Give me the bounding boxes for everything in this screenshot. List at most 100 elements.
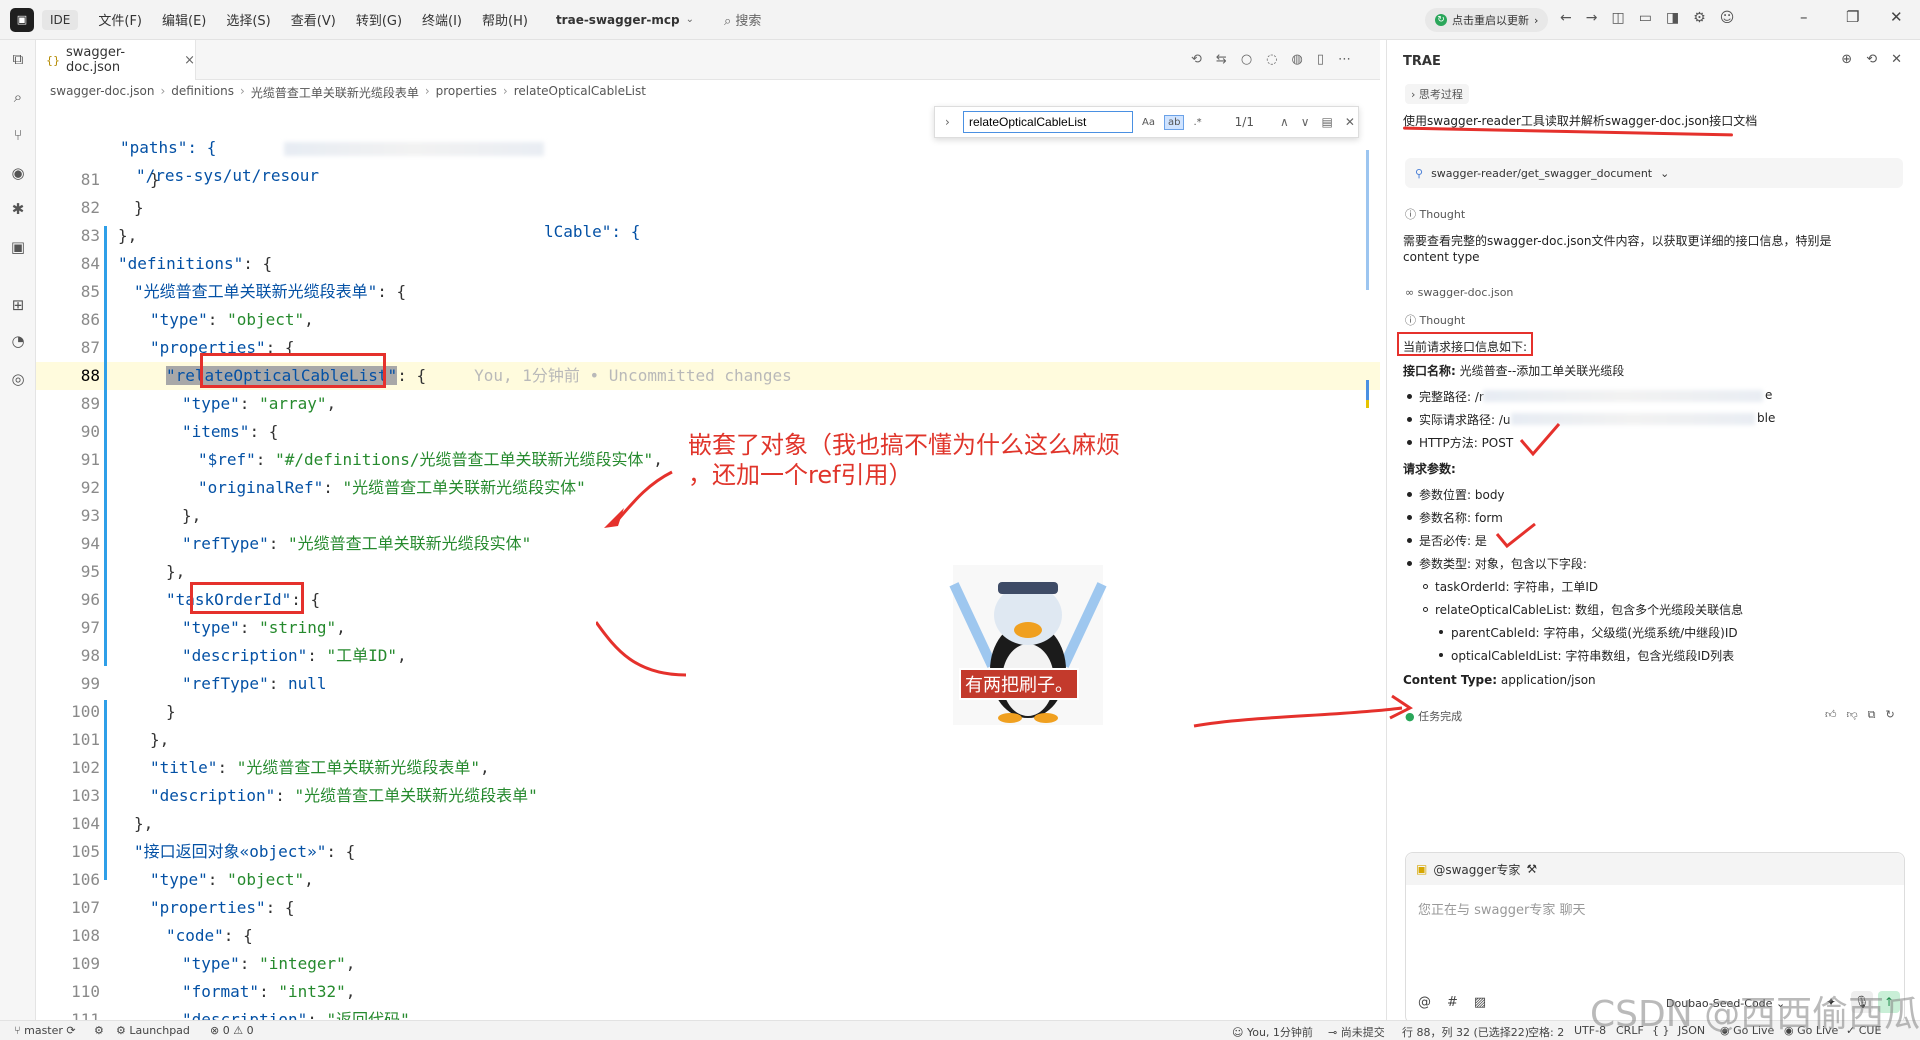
code-line[interactable]: 81}: [36, 166, 1380, 194]
toggle-sidebar-icon[interactable]: ◫: [1611, 10, 1624, 26]
search-files-icon[interactable]: ⌕: [8, 88, 28, 108]
branch-status[interactable]: ⑂ master ⟳: [14, 1024, 76, 1037]
toggle-replace-icon[interactable]: ›: [945, 115, 950, 129]
code-line[interactable]: 82}: [36, 194, 1380, 222]
remote-icon[interactable]: ▣: [8, 238, 28, 258]
uncommitted-status[interactable]: ⊸ 尚未提交: [1328, 1024, 1385, 1040]
indentation[interactable]: 空格: 2: [1528, 1024, 1564, 1040]
chevron-down-icon[interactable]: ⌄: [686, 14, 694, 25]
history-icon[interactable]: ⟲: [1191, 52, 1202, 67]
code-line[interactable]: 106 "type": "object",: [36, 866, 1380, 894]
new-chat-icon[interactable]: ⊕: [1841, 52, 1852, 67]
breadcrumb-item[interactable]: 光缆普查工单关联新光缆段表单: [251, 84, 419, 101]
chat-history-icon[interactable]: ⟲: [1866, 52, 1877, 67]
find-input[interactable]: [963, 111, 1133, 133]
go-live-icon[interactable]: ◍: [1292, 52, 1303, 67]
forward-arrow-icon[interactable]: →: [1586, 10, 1598, 26]
code-line[interactable]: 84 "definitions": {: [36, 250, 1380, 278]
previous-match-icon[interactable]: ∧: [1280, 115, 1289, 129]
file-ref-chip[interactable]: ∞ swagger-doc.json: [1405, 286, 1513, 299]
close-tab-icon[interactable]: ×: [184, 53, 195, 68]
code-line[interactable]: 108 "code": {: [36, 922, 1380, 950]
tab-swagger-doc[interactable]: {} swagger-doc.json ×: [36, 40, 196, 80]
code-line[interactable]: 89 "type": "array",: [36, 390, 1380, 418]
find-in-selection-icon[interactable]: ▤: [1322, 115, 1333, 129]
project-name[interactable]: trae-swagger-mcp: [556, 13, 680, 27]
image-icon[interactable]: ▨: [1474, 995, 1486, 1010]
copy-icon[interactable]: ⧉: [1868, 708, 1876, 722]
code-line[interactable]: 103 "description": "光缆普查工单关联新光缆段表单": [36, 782, 1380, 810]
menu-terminal[interactable]: 终端(I): [412, 10, 472, 29]
match-word-toggle[interactable]: ab: [1163, 114, 1185, 130]
preview-eye-icon[interactable]: ◉: [8, 164, 28, 184]
ide-mode-label[interactable]: IDE: [42, 9, 79, 30]
extensions-icon[interactable]: ⊞: [8, 296, 28, 316]
close-panel-icon[interactable]: ✕: [1891, 52, 1902, 67]
breadcrumb-item[interactable]: definitions: [171, 84, 234, 101]
thinking-process-toggle[interactable]: › 思考过程: [1405, 84, 1469, 104]
code-line[interactable]: 102 "title": "光缆普查工单关联新光缆段表单",: [36, 754, 1380, 782]
code-line[interactable]: 100}: [36, 698, 1380, 726]
thought-label[interactable]: ⓘ Thought: [1405, 206, 1465, 222]
menu-edit[interactable]: 编辑(E): [152, 10, 216, 29]
explorer-icon[interactable]: ⧉: [8, 50, 28, 70]
remote-status[interactable]: ⚙: [94, 1024, 104, 1037]
search-box[interactable]: ⌕ 搜索: [724, 10, 761, 29]
trae-logo-icon[interactable]: ▣: [10, 7, 34, 32]
sticky-line[interactable]: "/res-sys/ut/resour lCable": {: [36, 134, 1380, 241]
source-control-icon[interactable]: ⑂: [8, 126, 28, 146]
scrollbar-overview[interactable]: [1366, 150, 1369, 290]
breadcrumb-item[interactable]: swagger-doc.json: [50, 84, 154, 101]
code-line[interactable]: 110 "format": "int32",: [36, 978, 1380, 1006]
code-line[interactable]: 83},: [36, 222, 1380, 250]
problems-status[interactable]: ⊗ 0 ⚠ 0: [210, 1024, 254, 1037]
more-actions-icon[interactable]: ⋯: [1338, 52, 1351, 67]
code-line[interactable]: 105 "接口返回对象«object»": {: [36, 838, 1380, 866]
blame-status[interactable]: ☺ You, 1分钟前: [1232, 1024, 1313, 1040]
cursor-position[interactable]: 行 88，列 32 (已选择22): [1402, 1024, 1529, 1040]
minimize-icon[interactable]: –: [1800, 8, 1808, 26]
account-icon[interactable]: ☺: [1720, 10, 1735, 26]
toggle-panel-icon[interactable]: ▭: [1639, 10, 1652, 26]
regenerate-icon[interactable]: ↻: [1886, 708, 1895, 722]
thumbs-up-icon[interactable]: 👍︎: [1825, 708, 1837, 722]
launchpad-status[interactable]: ⚙ Launchpad: [116, 1024, 190, 1037]
settings-gear-icon[interactable]: ⚙: [1693, 10, 1706, 26]
menu-view[interactable]: 查看(V): [281, 10, 346, 29]
menu-selection[interactable]: 选择(S): [216, 10, 280, 29]
restore-icon[interactable]: ❐: [1846, 8, 1859, 26]
mcp-icon[interactable]: ◎: [8, 370, 28, 390]
debug-icon[interactable]: ✱: [8, 200, 28, 220]
git-compare-icon[interactable]: ⇆: [1216, 52, 1227, 67]
thumbs-down-icon[interactable]: 👎︎: [1847, 708, 1858, 722]
mention-icon[interactable]: @: [1418, 995, 1431, 1010]
code-line[interactable]: 107 "properties": {: [36, 894, 1380, 922]
menu-go[interactable]: 转到(G): [346, 10, 412, 29]
code-line[interactable]: 86 "type": "object",: [36, 306, 1380, 334]
toggle-right-panel-icon[interactable]: ◨: [1666, 10, 1679, 26]
code-line[interactable]: 109 "type": "integer",: [36, 950, 1380, 978]
breadcrumb-item[interactable]: relateOpticalCableList: [514, 84, 646, 101]
update-button[interactable]: ↻ 点击重启以更新 ›: [1425, 8, 1549, 32]
next-change-icon[interactable]: ◌: [1266, 52, 1277, 67]
code-line[interactable]: 104},: [36, 810, 1380, 838]
prev-change-icon[interactable]: ○: [1241, 52, 1252, 67]
match-case-toggle[interactable]: Aa: [1139, 116, 1158, 129]
code-line[interactable]: 101},: [36, 726, 1380, 754]
code-line[interactable]: 85 "光缆普查工单关联新光缆段表单": {: [36, 278, 1380, 306]
breadcrumb-item[interactable]: properties: [436, 84, 497, 101]
split-editor-icon[interactable]: ▯: [1317, 52, 1324, 67]
close-find-icon[interactable]: ✕: [1345, 115, 1355, 129]
hash-icon[interactable]: #: [1447, 995, 1458, 1010]
back-arrow-icon[interactable]: ←: [1560, 10, 1572, 26]
next-match-icon[interactable]: ∨: [1301, 115, 1310, 129]
regex-toggle[interactable]: .*: [1190, 116, 1204, 129]
timeline-icon[interactable]: ◔: [8, 332, 28, 352]
thought-label-2[interactable]: ⓘ Thought: [1405, 312, 1465, 328]
agent-selector[interactable]: ▣ @swagger专家 ⚒: [1406, 853, 1904, 885]
close-window-icon[interactable]: ✕: [1890, 8, 1903, 26]
menu-help[interactable]: 帮助(H): [472, 10, 538, 29]
chat-input[interactable]: 您正在与 swagger专家 聊天: [1418, 899, 1585, 918]
menu-file[interactable]: 文件(F): [88, 10, 152, 29]
tool-call-chip[interactable]: ⚲ swagger-reader/get_swagger_document ⌄: [1405, 158, 1903, 188]
